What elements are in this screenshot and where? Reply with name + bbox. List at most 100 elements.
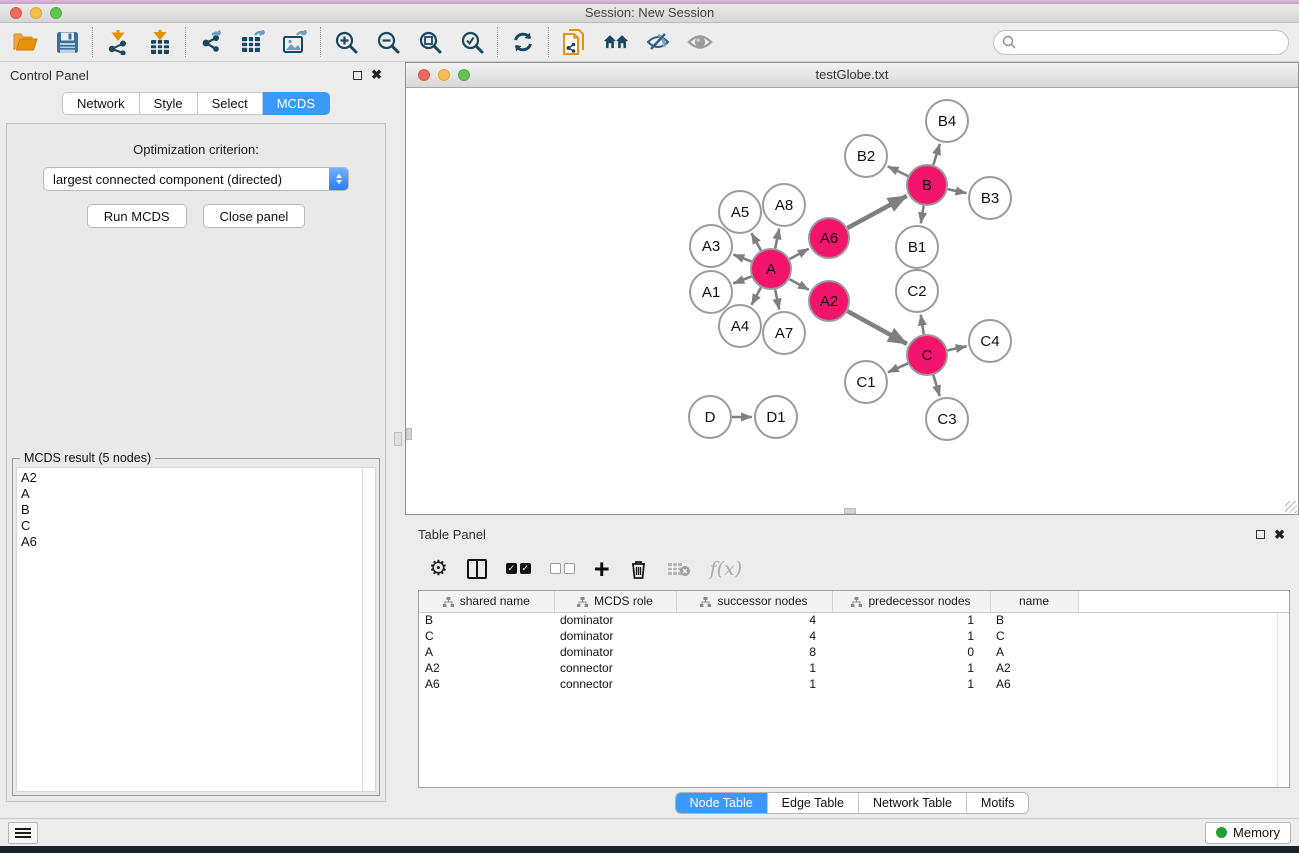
close-panel-button[interactable]: Close panel [203,204,306,228]
edge-A-A3[interactable] [733,255,751,262]
edge-A6-B[interactable] [848,196,907,228]
close-window-button[interactable] [10,7,22,19]
tab-style[interactable]: Style [140,92,198,115]
network-graph[interactable]: AA1A2A3A4A5A6A7A8BB1B2B3B4CC1C2C3C4DD1 [406,88,1298,513]
result-item[interactable]: B [21,502,358,518]
tab-network-table[interactable]: Network Table [858,793,966,813]
column-header-successor-nodes[interactable]: successor nodes [676,591,832,612]
result-item[interactable]: C [21,518,358,534]
edge-C-C2[interactable] [921,315,924,335]
result-item[interactable]: A [21,486,358,502]
cell[interactable]: 1 [832,612,990,628]
panel-divider[interactable] [392,62,405,818]
table-float-panel-icon[interactable] [1256,530,1265,539]
node-A7[interactable]: A7 [763,312,805,354]
network-window-titlebar[interactable]: testGlobe.txt [406,63,1298,88]
column-header-shared-name[interactable]: shared name [419,591,554,612]
cell[interactable]: C [419,628,554,644]
network-canvas[interactable]: AA1A2A3A4A5A6A7A8BB1B2B3B4CC1C2C3C4DD1 [406,88,1298,514]
divider-grip[interactable] [394,432,402,446]
cell[interactable]: A2 [990,660,1078,676]
add-column-icon[interactable]: + [594,558,610,580]
search-input[interactable] [1017,32,1288,53]
cell[interactable]: connector [554,676,676,692]
close-panel-icon[interactable]: ✖ [371,70,382,80]
edge-A2-C[interactable] [847,311,907,344]
cell[interactable]: dominator [554,628,676,644]
network-zoom-button[interactable] [458,69,470,81]
result-item[interactable]: A2 [21,470,358,486]
tab-network[interactable]: Network [62,92,140,115]
cell[interactable]: A6 [419,676,554,692]
edge-A-A6[interactable] [790,249,809,259]
hide-graphics-details-icon[interactable] [645,29,671,55]
table-close-panel-icon[interactable]: ✖ [1274,530,1285,540]
canvas-horizontal-scroll-thumb[interactable] [844,508,856,514]
node-B3[interactable]: B3 [969,177,1011,219]
cell[interactable]: connector [554,660,676,676]
edge-B-B2[interactable] [888,166,908,176]
edge-B-B4[interactable] [933,144,940,165]
cell[interactable]: 1 [676,676,832,692]
node-B1[interactable]: B1 [896,226,938,268]
tab-edge-table[interactable]: Edge Table [767,793,858,813]
save-icon[interactable] [54,29,80,55]
export-image-icon[interactable] [282,29,308,55]
cell[interactable]: A6 [990,676,1078,692]
edge-A-A1[interactable] [733,277,751,284]
canvas-vertical-scroll-thumb[interactable] [406,428,412,440]
edge-C-C3[interactable] [933,375,940,396]
table-row[interactable]: A2connector11A2 [419,660,1289,676]
open-folder-icon[interactable] [12,29,38,55]
node-B[interactable]: B [907,165,947,205]
cell[interactable]: 1 [832,676,990,692]
home-icon[interactable] [603,29,629,55]
column-header-name[interactable]: name [990,591,1078,612]
delete-column-icon[interactable] [629,558,648,580]
table-row[interactable]: A6connector11A6 [419,676,1289,692]
node-A5[interactable]: A5 [719,191,761,233]
cell[interactable]: B [419,612,554,628]
session-titlebar[interactable]: Session: New Session [0,4,1299,23]
zoom-in-icon[interactable] [333,29,359,55]
table-scrollbar[interactable] [1277,613,1289,787]
task-history-button[interactable] [8,822,38,844]
result-item[interactable]: A6 [21,534,358,550]
cell[interactable]: 4 [676,612,832,628]
zoom-fit-icon[interactable] [417,29,443,55]
edge-B-B3[interactable] [948,189,967,193]
tab-mcds[interactable]: MCDS [263,92,330,115]
cell[interactable]: 1 [676,660,832,676]
node-A3[interactable]: A3 [690,225,732,267]
mcds-result-list[interactable]: A2ABCA6 [17,468,362,791]
tab-node-table[interactable]: Node Table [676,793,767,813]
edge-A-A5[interactable] [752,233,762,251]
edge-C-C4[interactable] [948,346,967,350]
cell[interactable]: dominator [554,644,676,660]
export-network-icon[interactable] [198,29,224,55]
column-layout-icon[interactable] [467,559,487,579]
column-header-MCDS-role[interactable]: MCDS role [554,591,676,612]
table-row[interactable]: Cdominator41C [419,628,1289,644]
node-B2[interactable]: B2 [845,135,887,177]
criterion-select[interactable]: largest connected component (directed) [43,167,349,191]
network-close-button[interactable] [418,69,430,81]
cell[interactable]: 1 [832,628,990,644]
node-C3[interactable]: C3 [926,398,968,440]
zoom-out-icon[interactable] [375,29,401,55]
cell[interactable]: C [990,628,1078,644]
memory-button[interactable]: Memory [1205,822,1291,844]
select-all-icon[interactable]: ✓✓ [506,563,531,574]
cell[interactable]: 1 [832,660,990,676]
cell[interactable]: 0 [832,644,990,660]
edge-C-C1[interactable] [888,364,908,373]
zoom-window-button[interactable] [50,7,62,19]
network-file-icon[interactable] [561,29,587,55]
result-list-scrollbar[interactable] [362,468,375,791]
cell[interactable]: 8 [676,644,832,660]
refresh-icon[interactable] [510,29,536,55]
zoom-selected-icon[interactable] [459,29,485,55]
cell[interactable]: A [419,644,554,660]
column-header-predecessor-nodes[interactable]: predecessor nodes [832,591,990,612]
node-D[interactable]: D [689,396,731,438]
